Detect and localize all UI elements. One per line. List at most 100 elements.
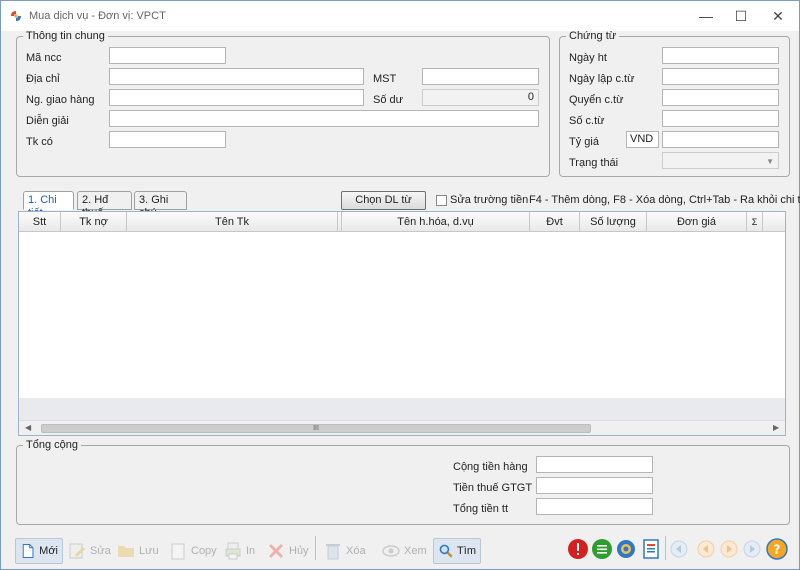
dien-giai-input[interactable] — [109, 110, 539, 127]
cancel-label: Hủy — [289, 545, 309, 557]
view-button[interactable]: Xem — [381, 538, 427, 564]
voucher-legend: Chứng từ — [569, 30, 617, 42]
next-record-icon[interactable] — [718, 538, 740, 560]
tab-ghi-chu[interactable]: 3. Ghi chú — [134, 191, 187, 219]
ngay-ht-label: Ngày ht — [569, 52, 607, 64]
copy-button[interactable]: Copy — [168, 538, 217, 564]
save-label: Lưu — [139, 545, 159, 557]
client-area: Thông tin chung Mã ncc Địa chỉ MST Ng. g… — [1, 30, 800, 569]
print-button[interactable]: In — [223, 538, 255, 564]
grid-header: Stt Tk nợ Tên Tk Tên h.hóa, d.vụ Đvt Số … — [19, 212, 785, 232]
ngay-ht-input[interactable] — [662, 47, 779, 64]
view-label: Xem — [404, 545, 427, 557]
tk-co-input[interactable] — [109, 131, 226, 148]
delete-label: Xóa — [346, 545, 366, 557]
view-icon — [382, 545, 400, 557]
ty-gia-label: Tỷ giá — [569, 136, 599, 148]
first-record-icon[interactable] — [668, 538, 690, 560]
new-label: Mới — [39, 545, 58, 557]
new-document-icon — [22, 544, 34, 558]
search-label: Tìm — [457, 545, 476, 557]
col-ten-hang-hoa[interactable]: Tên h.hóa, d.vụ — [342, 212, 530, 232]
ngay-lap-input[interactable] — [662, 68, 779, 85]
trash-icon — [326, 544, 340, 560]
cong-tien-hang-label: Cộng tiền hàng — [453, 461, 528, 473]
new-button[interactable]: Mới — [15, 538, 63, 564]
last-record-icon[interactable] — [741, 538, 763, 560]
edit-label: Sửa — [90, 545, 111, 557]
window-title: Mua dịch vụ - Đơn vị: VPCT — [29, 10, 166, 22]
so-ct-label: Số c.từ — [569, 115, 605, 127]
grid-summary-row — [19, 398, 785, 420]
save-button[interactable]: Lưu — [116, 538, 159, 564]
ng-giao-hang-input[interactable] — [109, 89, 364, 106]
ty-gia-input[interactable] — [662, 131, 779, 148]
totals-group: Tổng cộng — [16, 439, 790, 525]
so-du-value: 0 — [422, 89, 539, 106]
scroll-right-icon[interactable]: ▶ — [773, 423, 779, 432]
search-button[interactable]: Tìm — [433, 538, 481, 564]
tien-thue-value — [536, 477, 653, 494]
sua-truong-tien-label: Sửa trường tiền — [450, 194, 529, 206]
ma-ncc-input[interactable] — [109, 47, 226, 64]
scroll-thumb[interactable]: III — [41, 424, 591, 433]
chon-dl-hddt-button[interactable]: Chọn DL từ HĐĐT — [341, 191, 426, 223]
close-button[interactable]: ✕ — [763, 5, 793, 27]
cancel-button[interactable]: Hủy — [266, 538, 309, 564]
copy-label: Copy — [191, 545, 217, 557]
search-icon — [439, 544, 453, 558]
dien-giai-label: Diễn giải — [26, 115, 69, 127]
copy-icon — [171, 543, 185, 560]
ngay-lap-label: Ngày lập c.từ — [569, 73, 635, 85]
print-label: In — [246, 545, 256, 557]
tien-thue-label: Tiền thuế GTGT — [453, 482, 533, 494]
trang-thai-select[interactable]: ▼ — [662, 152, 779, 169]
list-icon[interactable] — [591, 538, 613, 560]
col-so-luong[interactable]: Số lượng — [580, 212, 647, 232]
ng-giao-hang-label: Ng. giao hàng — [26, 94, 95, 106]
mst-input[interactable] — [422, 68, 539, 85]
tab-chi-tiet[interactable]: 1. Chi tiết — [23, 191, 74, 219]
col-sum[interactable]: Σ — [747, 212, 763, 232]
horizontal-scrollbar[interactable]: ◀ III ▶ — [19, 420, 785, 435]
cancel-icon — [268, 543, 284, 559]
app-icon — [11, 11, 21, 21]
previous-record-icon[interactable] — [695, 538, 717, 560]
help-icon[interactable]: ? — [766, 538, 788, 560]
general-info-legend: Thông tin chung — [26, 30, 105, 42]
delete-button[interactable]: Xóa — [323, 538, 366, 564]
tab-hd-thue[interactable]: 2. Hđ thuế — [77, 191, 132, 219]
scroll-left-icon[interactable]: ◀ — [25, 423, 31, 432]
toolbar-separator — [315, 536, 316, 560]
col-stt[interactable]: Stt — [19, 212, 61, 232]
so-ct-input[interactable] — [662, 110, 779, 127]
col-tk-no[interactable]: Tk nợ — [61, 212, 127, 232]
edit-button[interactable]: Sửa — [67, 538, 111, 564]
col-dvt[interactable]: Đvt — [530, 212, 580, 232]
so-du-label: Số dư — [373, 94, 403, 106]
edit-icon — [69, 543, 85, 559]
folder-icon — [118, 546, 134, 557]
chevron-down-icon: ▼ — [766, 157, 774, 166]
quyen-ct-input[interactable] — [662, 89, 779, 106]
quyen-ct-label: Quyển c.từ — [569, 94, 624, 106]
maximize-button[interactable]: ☐ — [726, 5, 756, 27]
col-don-gia[interactable]: Đơn giá — [647, 212, 747, 232]
dia-chi-input[interactable] — [109, 68, 364, 85]
currency-input[interactable]: VND — [626, 131, 659, 148]
cong-tien-hang-value — [536, 456, 653, 473]
report-icon[interactable] — [640, 538, 662, 560]
shortcut-hint: F4 - Thêm dòng, F8 - Xóa dòng, Ctrl+Tab … — [529, 194, 800, 206]
scroll-grip: III — [313, 425, 319, 432]
gear-icon[interactable] — [615, 538, 637, 560]
dia-chi-label: Địa chỉ — [26, 73, 60, 85]
minimize-button[interactable]: — — [691, 5, 721, 27]
title-bar: Mua dịch vụ - Đơn vị: VPCT — ☐ ✕ — [1, 1, 799, 31]
tk-co-label: Tk có — [26, 136, 53, 148]
info-icon[interactable] — [567, 538, 589, 560]
sua-truong-tien-checkbox[interactable] — [436, 195, 447, 206]
ma-ncc-label: Mã ncc — [26, 52, 62, 64]
detail-grid[interactable]: Stt Tk nợ Tên Tk Tên h.hóa, d.vụ Đvt Số … — [18, 211, 786, 436]
col-ten-tk[interactable]: Tên Tk — [127, 212, 338, 232]
toolbar-separator-2 — [665, 536, 666, 560]
